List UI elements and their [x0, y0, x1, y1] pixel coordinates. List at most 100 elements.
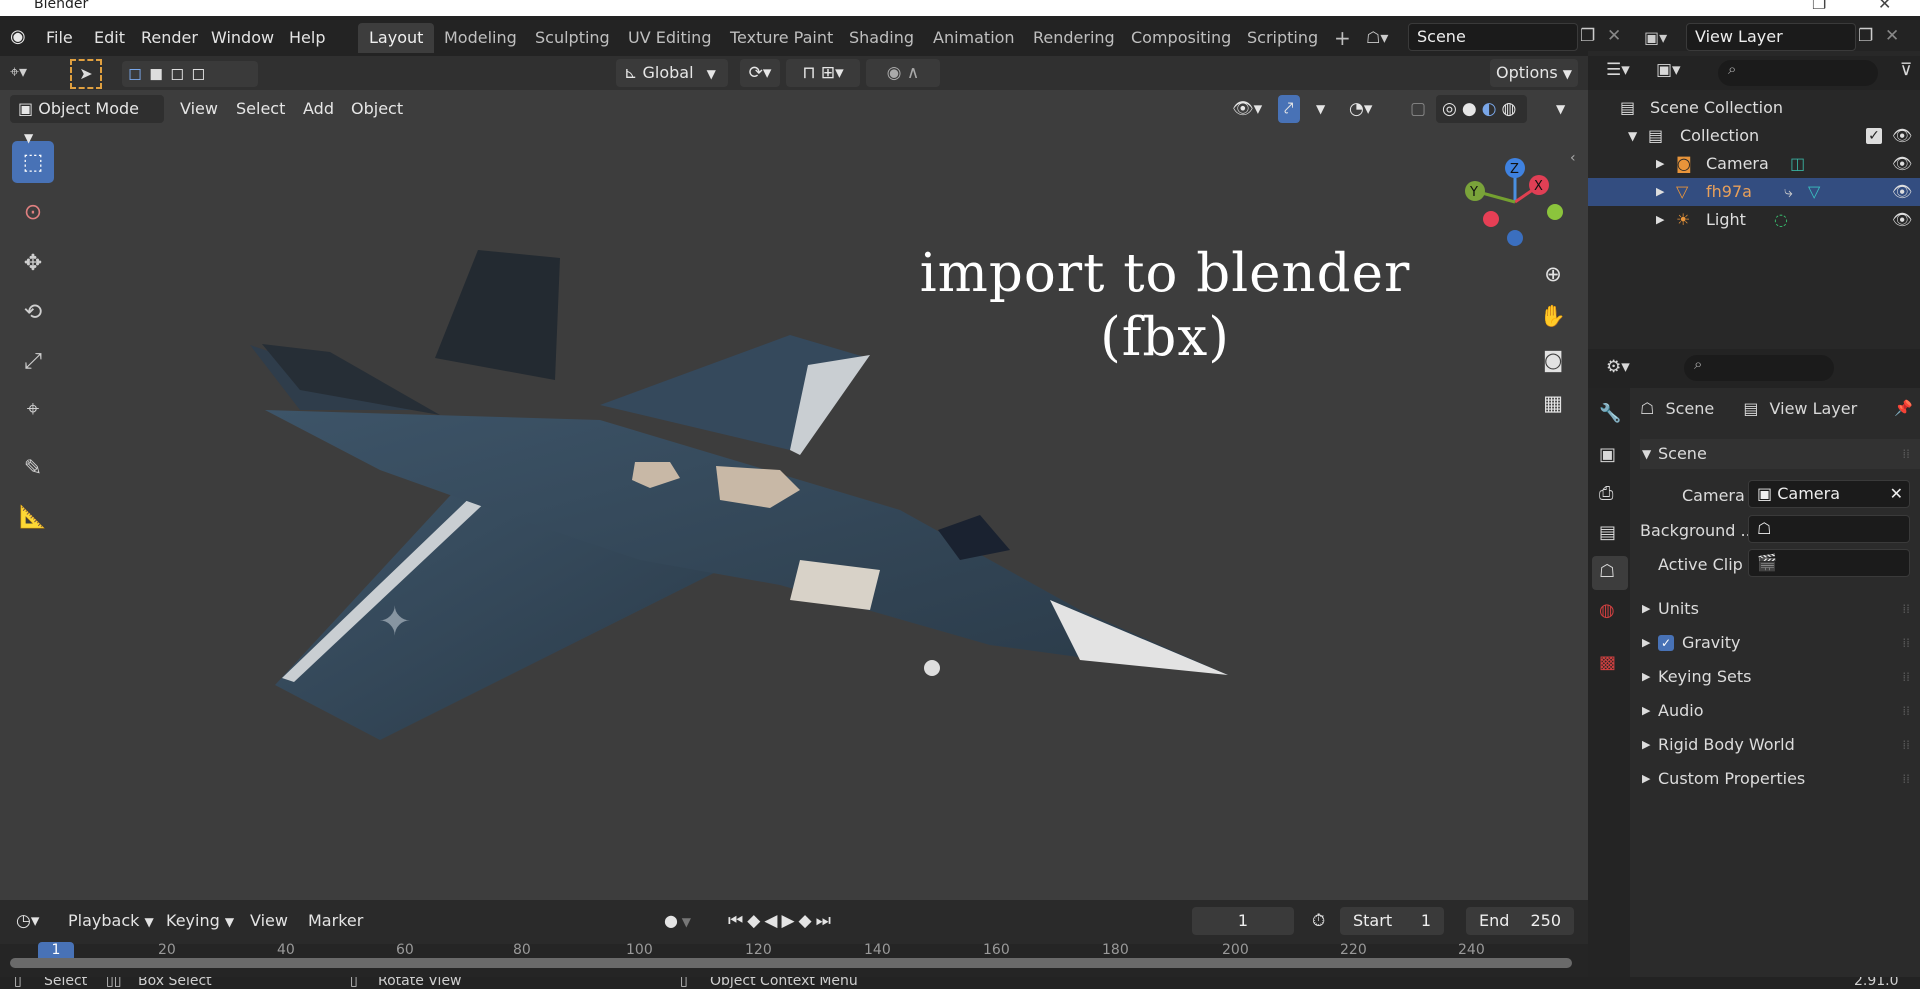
properties-search-input[interactable]: ⌕: [1684, 355, 1834, 381]
overlay-icon[interactable]: ◔▾: [1343, 95, 1378, 123]
tool-tab-icon[interactable]: 🔧: [1599, 403, 1621, 424]
zoom-icon[interactable]: ⊕: [1535, 256, 1571, 292]
tab-animation[interactable]: Animation: [922, 23, 1026, 53]
xray-icon[interactable]: ▢: [1404, 95, 1432, 123]
annotate-tool-icon[interactable]: ✎: [12, 447, 54, 489]
tab-shading[interactable]: Shading: [838, 23, 925, 53]
filter-icon[interactable]: ⊽: [1900, 60, 1912, 80]
navigation-gizmo[interactable]: Z X Y: [1450, 150, 1570, 260]
shading-mode-icons[interactable]: ◎●◐◍: [1436, 95, 1528, 123]
drag-grip-icon[interactable]: ⁞⁞: [1902, 662, 1910, 692]
timeline-menu-marker[interactable]: Marker: [302, 908, 369, 934]
blender-logo-icon[interactable]: ◉: [10, 26, 36, 50]
pivot-point-icon[interactable]: ⟳▾: [740, 59, 780, 87]
tool-select-icon[interactable]: ➤: [70, 59, 102, 89]
start-frame-field[interactable]: Start 1: [1340, 907, 1444, 935]
tab-compositing[interactable]: Compositing: [1120, 23, 1242, 53]
timeline-editor-type-icon[interactable]: ◷▾: [10, 908, 45, 934]
gizmo-options-icon[interactable]: ▼: [1310, 95, 1331, 123]
jet-model[interactable]: ✦: [0, 90, 1588, 900]
timeline-scrollbar[interactable]: [10, 958, 1572, 968]
editor-type-icon[interactable]: ⌖▾: [10, 62, 54, 86]
3d-viewport[interactable]: ✦ import to blender (fbx) Z X Y ⊕ ✋ ◙ ▦ …: [0, 90, 1588, 900]
scale-tool-icon[interactable]: ⤢: [12, 340, 54, 382]
shading-options-icon[interactable]: ▼: [1550, 95, 1571, 123]
viewport-menu-select[interactable]: Select: [230, 95, 291, 123]
new-view-layer-icon[interactable]: ❐: [1858, 26, 1880, 48]
timeline-menu-playback[interactable]: Playback ▼: [62, 908, 160, 934]
timeline-menu-view[interactable]: View: [244, 908, 294, 934]
menu-edit[interactable]: Edit: [86, 24, 133, 52]
view-layer-tab-icon[interactable]: ▤: [1599, 522, 1616, 543]
perspective-grid-icon[interactable]: ▦: [1535, 385, 1571, 421]
properties-editor-type-icon[interactable]: ⚙▾: [1606, 357, 1630, 377]
scene-selector-icon[interactable]: ☖▾: [1366, 24, 1406, 52]
pan-hand-icon[interactable]: ✋: [1535, 298, 1571, 334]
gravity-panel-header[interactable]: ▶ ✓ Gravity ⁞⁞: [1640, 628, 1920, 658]
selection-mode-icons[interactable]: ◻◼◻◻: [122, 61, 258, 87]
delete-scene-icon[interactable]: ✕: [1607, 26, 1629, 48]
audio-panel-header[interactable]: ▶ Audio ⁞⁞: [1640, 696, 1920, 726]
tab-sculpting[interactable]: Sculpting: [524, 23, 621, 53]
timeline-ruler[interactable]: 1 20 40 60 80 100 120 140 160 180 200 22…: [0, 942, 1588, 977]
outliner-editor-type-icon[interactable]: ☰▾: [1606, 60, 1630, 80]
menu-file[interactable]: File: [38, 24, 81, 52]
move-tool-icon[interactable]: ✥: [12, 242, 54, 284]
expand-icon[interactable]: ▶: [1656, 150, 1664, 178]
maximize-icon[interactable]: ❐: [1812, 0, 1826, 13]
drag-grip-icon[interactable]: ⁞⁞: [1902, 730, 1910, 760]
gizmo-neg-z[interactable]: [1507, 230, 1523, 246]
visibility-icon[interactable]: 👁▾: [1226, 95, 1268, 123]
expand-icon[interactable]: ▶: [1656, 206, 1664, 234]
timer-icon[interactable]: ⏱: [1306, 908, 1331, 934]
proportional-editing-icon[interactable]: ◉ ∧: [866, 59, 940, 87]
drag-grip-icon[interactable]: ⁞⁞: [1902, 439, 1910, 469]
drag-grip-icon[interactable]: ⁞⁞: [1902, 594, 1910, 624]
view-layer-field[interactable]: View Layer: [1686, 23, 1856, 51]
drag-grip-icon[interactable]: ⁞⁞: [1902, 696, 1910, 726]
tab-uv-editing[interactable]: UV Editing: [617, 23, 722, 53]
eye-icon[interactable]: 👁: [1892, 178, 1912, 206]
rigid-body-world-panel-header[interactable]: ▶ Rigid Body World ⁞⁞: [1640, 730, 1920, 760]
drag-grip-icon[interactable]: ⁞⁞: [1902, 628, 1910, 658]
outliner-search-input[interactable]: ⌕: [1718, 60, 1878, 86]
drag-grip-icon[interactable]: ⁞⁞: [1902, 764, 1910, 794]
custom-properties-panel-header[interactable]: ▶ Custom Properties ⁞⁞: [1640, 764, 1920, 794]
add-workspace-icon[interactable]: +: [1323, 23, 1362, 53]
eye-icon[interactable]: 👁: [1892, 206, 1912, 234]
gizmo-neg-y[interactable]: [1547, 204, 1563, 220]
render-tab-icon[interactable]: ▣: [1599, 444, 1616, 465]
options-button[interactable]: Options ▼: [1490, 59, 1578, 87]
close-window-icon[interactable]: ✕: [1878, 0, 1891, 13]
viewport-menu-add[interactable]: Add: [297, 95, 340, 123]
background-prop-field[interactable]: ☖: [1748, 515, 1910, 543]
menu-window[interactable]: Window: [203, 24, 282, 52]
menu-help[interactable]: Help: [281, 24, 333, 52]
tab-layout[interactable]: Layout: [358, 23, 435, 53]
pin-icon[interactable]: 📌: [1894, 399, 1913, 417]
transform-tool-icon[interactable]: ⌖: [12, 388, 54, 430]
gizmo-neg-x[interactable]: [1483, 211, 1499, 227]
scene-field[interactable]: Scene: [1408, 23, 1578, 51]
sidebar-toggle-icon[interactable]: ‹: [1570, 150, 1576, 166]
tab-texture-paint[interactable]: Texture Paint: [719, 23, 844, 53]
tab-modeling[interactable]: Modeling: [433, 23, 528, 53]
outliner-item-light[interactable]: ▶ ☀ Light ◌ 👁: [1588, 206, 1920, 234]
transform-orientation-dropdown[interactable]: ⊾ Global ▼: [616, 59, 728, 87]
output-tab-icon[interactable]: ⎙: [1599, 483, 1613, 504]
units-panel-header[interactable]: ▶ Units ⁞⁞: [1640, 594, 1920, 624]
gravity-checkbox[interactable]: ✓: [1658, 635, 1674, 651]
mode-dropdown[interactable]: ▣ Object Mode ▼: [10, 95, 164, 145]
new-scene-icon[interactable]: ❐: [1580, 26, 1602, 48]
expand-icon[interactable]: ▶: [1656, 178, 1664, 206]
camera-prop-field[interactable]: ▣ Camera ✕: [1748, 480, 1910, 508]
viewport-menu-object[interactable]: Object: [345, 95, 409, 123]
active-clip-prop-field[interactable]: 🎬: [1748, 549, 1910, 577]
tab-rendering[interactable]: Rendering: [1022, 23, 1126, 53]
scene-panel-header[interactable]: ▼ Scene ⁞⁞: [1640, 439, 1920, 469]
outliner-item-fh97a[interactable]: ▶ ▽ fh97a ⤷ ▽ 👁: [1588, 178, 1920, 206]
scene-tab-icon[interactable]: ☖: [1599, 561, 1615, 582]
eye-icon[interactable]: 👁: [1892, 122, 1912, 150]
eye-icon[interactable]: 👁: [1892, 150, 1912, 178]
gizmo-toggle-icon[interactable]: ⤤: [1278, 95, 1300, 123]
